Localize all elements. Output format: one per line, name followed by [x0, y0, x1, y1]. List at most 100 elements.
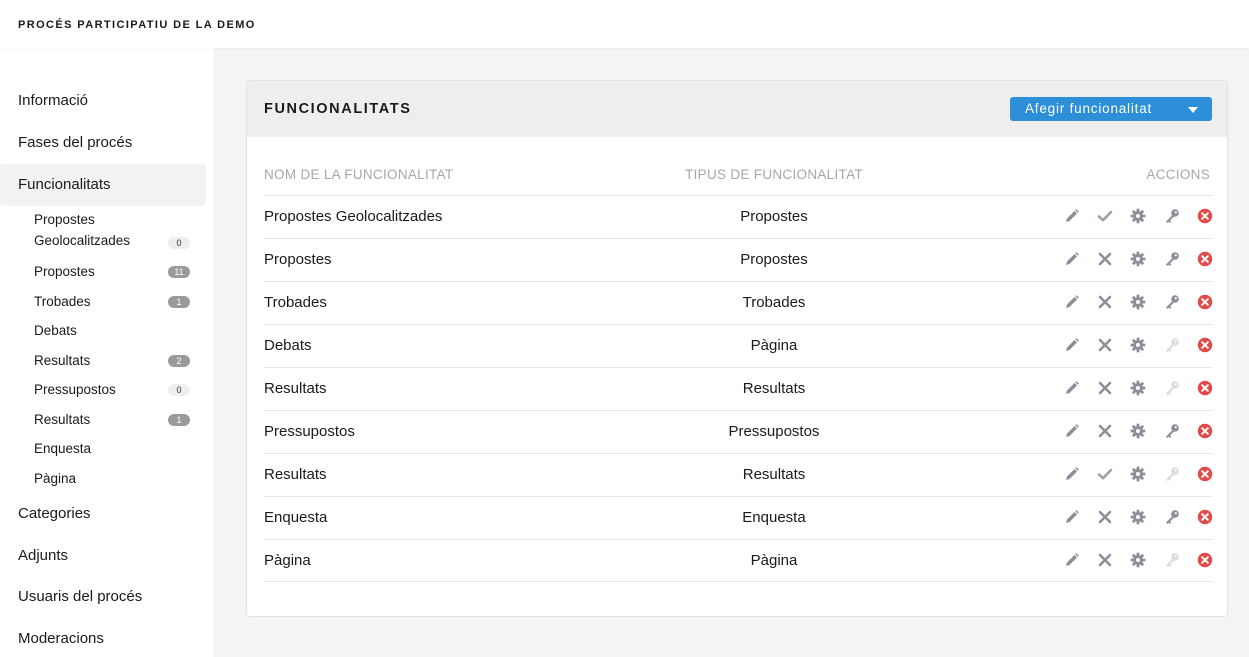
- count-badge: 0: [168, 237, 190, 249]
- gear-icon[interactable]: [1129, 551, 1147, 569]
- sidebar-item-adjunts[interactable]: Adjunts: [0, 535, 206, 577]
- key-icon[interactable]: [1163, 336, 1181, 354]
- caret-down-icon: [1188, 107, 1198, 113]
- x-icon[interactable]: [1096, 293, 1114, 311]
- sidebar-component-debats[interactable]: Debats: [34, 323, 194, 338]
- column-header-actions: ACCIONS: [1146, 167, 1210, 182]
- delete-circle-icon[interactable]: [1196, 508, 1214, 526]
- count-badge: 0: [168, 384, 190, 396]
- sidebar-item-informacio[interactable]: Informació: [0, 80, 206, 122]
- check-icon[interactable]: [1096, 207, 1114, 225]
- key-icon[interactable]: [1163, 551, 1181, 569]
- sidebar-component-label: Pàgina: [34, 471, 77, 486]
- x-icon[interactable]: [1096, 551, 1114, 569]
- sidebar-item-usuaris[interactable]: Usuaris del procés: [0, 576, 206, 618]
- pencil-icon[interactable]: [1063, 207, 1081, 225]
- gear-icon[interactable]: [1129, 207, 1147, 225]
- sidebar-component-label: Enquesta: [34, 441, 92, 456]
- delete-circle-icon[interactable]: [1196, 250, 1214, 268]
- x-icon[interactable]: [1096, 422, 1114, 440]
- component-type: Resultats: [742, 466, 806, 483]
- pencil-icon[interactable]: [1063, 465, 1081, 483]
- key-icon[interactable]: [1163, 207, 1181, 225]
- sidebar-component-trobades[interactable]: Trobades 1: [34, 294, 194, 309]
- key-icon[interactable]: [1163, 293, 1181, 311]
- sidebar-component-enquesta[interactable]: Enquesta: [34, 441, 194, 456]
- pencil-icon[interactable]: [1063, 250, 1081, 268]
- component-name: Pàgina: [264, 552, 311, 569]
- gear-icon[interactable]: [1129, 336, 1147, 354]
- key-icon[interactable]: [1163, 465, 1181, 483]
- gear-icon[interactable]: [1129, 422, 1147, 440]
- key-icon[interactable]: [1163, 379, 1181, 397]
- add-component-button[interactable]: Afegir funcionalitat: [1010, 97, 1212, 121]
- delete-circle-icon[interactable]: [1196, 336, 1214, 354]
- gear-icon[interactable]: [1129, 508, 1147, 526]
- pencil-icon[interactable]: [1063, 551, 1081, 569]
- sidebar-component-pressupostos[interactable]: Pressupostos 0: [34, 382, 194, 397]
- gear-icon[interactable]: [1129, 293, 1147, 311]
- component-name: Resultats: [264, 380, 327, 397]
- gear-icon[interactable]: [1129, 465, 1147, 483]
- component-type: Propostes: [740, 208, 808, 225]
- component-type: Propostes: [740, 251, 808, 268]
- top-bar: PROCÉS PARTICIPATIU DE LA DEMO: [0, 0, 1249, 48]
- count-badge: 1: [168, 414, 190, 426]
- table-row: Resultats Resultats: [264, 453, 1214, 496]
- x-icon[interactable]: [1096, 336, 1114, 354]
- sidebar-item-moderacions[interactable]: Moderacions: [0, 618, 206, 657]
- component-name: Propostes Geolocalitzades: [264, 208, 443, 225]
- add-component-label: Afegir funcionalitat: [1025, 101, 1153, 116]
- delete-circle-icon[interactable]: [1196, 422, 1214, 440]
- x-icon[interactable]: [1096, 508, 1114, 526]
- component-type: Pressupostos: [728, 423, 820, 440]
- delete-circle-icon[interactable]: [1196, 379, 1214, 397]
- component-name: Debats: [264, 337, 312, 354]
- pencil-icon[interactable]: [1063, 422, 1081, 440]
- component-type: Enquesta: [742, 509, 806, 526]
- table-row: Propostes Geolocalitzades Propostes: [264, 195, 1214, 238]
- x-icon[interactable]: [1096, 250, 1114, 268]
- sidebar-component-resultats-2[interactable]: Resultats 1: [34, 412, 194, 427]
- key-icon[interactable]: [1163, 508, 1181, 526]
- sidebar-component-pagina[interactable]: Pàgina: [34, 471, 194, 486]
- sidebar-item-categories[interactable]: Categories: [0, 493, 206, 535]
- column-header-type: TIPUS DE FUNCIONALITAT: [685, 167, 863, 182]
- count-badge: 2: [168, 355, 190, 367]
- delete-circle-icon[interactable]: [1196, 207, 1214, 225]
- key-icon[interactable]: [1163, 422, 1181, 440]
- component-name: Enquesta: [264, 509, 328, 526]
- table-row: Resultats Resultats: [264, 367, 1214, 410]
- pencil-icon[interactable]: [1063, 336, 1081, 354]
- count-badge: 1: [168, 296, 190, 308]
- pencil-icon[interactable]: [1063, 379, 1081, 397]
- sidebar-component-propostes-geolocalitzades[interactable]: Propostes Geolocalitzades 0: [34, 212, 194, 249]
- check-icon[interactable]: [1096, 465, 1114, 483]
- delete-circle-icon[interactable]: [1196, 465, 1214, 483]
- component-name: Resultats: [264, 466, 327, 483]
- sidebar-component-resultats[interactable]: Resultats 2: [34, 353, 194, 368]
- key-icon[interactable]: [1163, 250, 1181, 268]
- sidebar-item-funcionalitats[interactable]: Funcionalitats: [0, 164, 206, 206]
- component-name: Trobades: [264, 294, 327, 311]
- delete-circle-icon[interactable]: [1196, 551, 1214, 569]
- component-name: Pressupostos: [264, 423, 355, 440]
- sidebar: Informació Fases del procés Funcionalita…: [0, 48, 214, 657]
- sidebar-component-label: Debats: [34, 323, 77, 338]
- sidebar-item-fases[interactable]: Fases del procés: [0, 122, 206, 164]
- pencil-icon[interactable]: [1063, 293, 1081, 311]
- gear-icon[interactable]: [1129, 250, 1147, 268]
- table-row: Debats Pàgina: [264, 324, 1214, 367]
- pencil-icon[interactable]: [1063, 508, 1081, 526]
- table-row: Enquesta Enquesta: [264, 496, 1214, 539]
- card-title: FUNCIONALITATS: [264, 101, 412, 117]
- x-icon[interactable]: [1096, 379, 1114, 397]
- count-badge: 11: [168, 266, 190, 278]
- card-header: FUNCIONALITATS Afegir funcionalitat: [247, 81, 1227, 137]
- process-title: PROCÉS PARTICIPATIU DE LA DEMO: [18, 19, 256, 31]
- sidebar-component-propostes[interactable]: Propostes 11: [34, 264, 194, 279]
- column-header-name: NOM DE LA FUNCIONALITAT: [264, 167, 454, 182]
- delete-circle-icon[interactable]: [1196, 293, 1214, 311]
- table-row: Pressupostos Pressupostos: [264, 410, 1214, 453]
- gear-icon[interactable]: [1129, 379, 1147, 397]
